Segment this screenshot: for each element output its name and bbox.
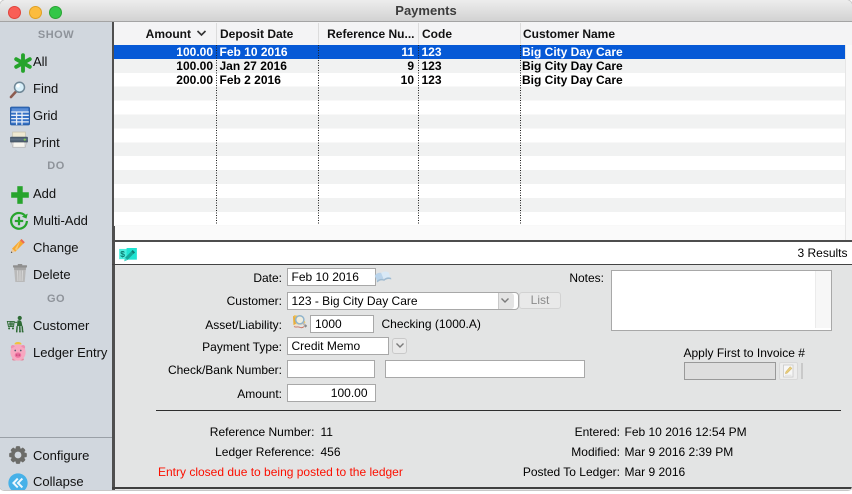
svg-text:$: $ — [120, 249, 125, 259]
